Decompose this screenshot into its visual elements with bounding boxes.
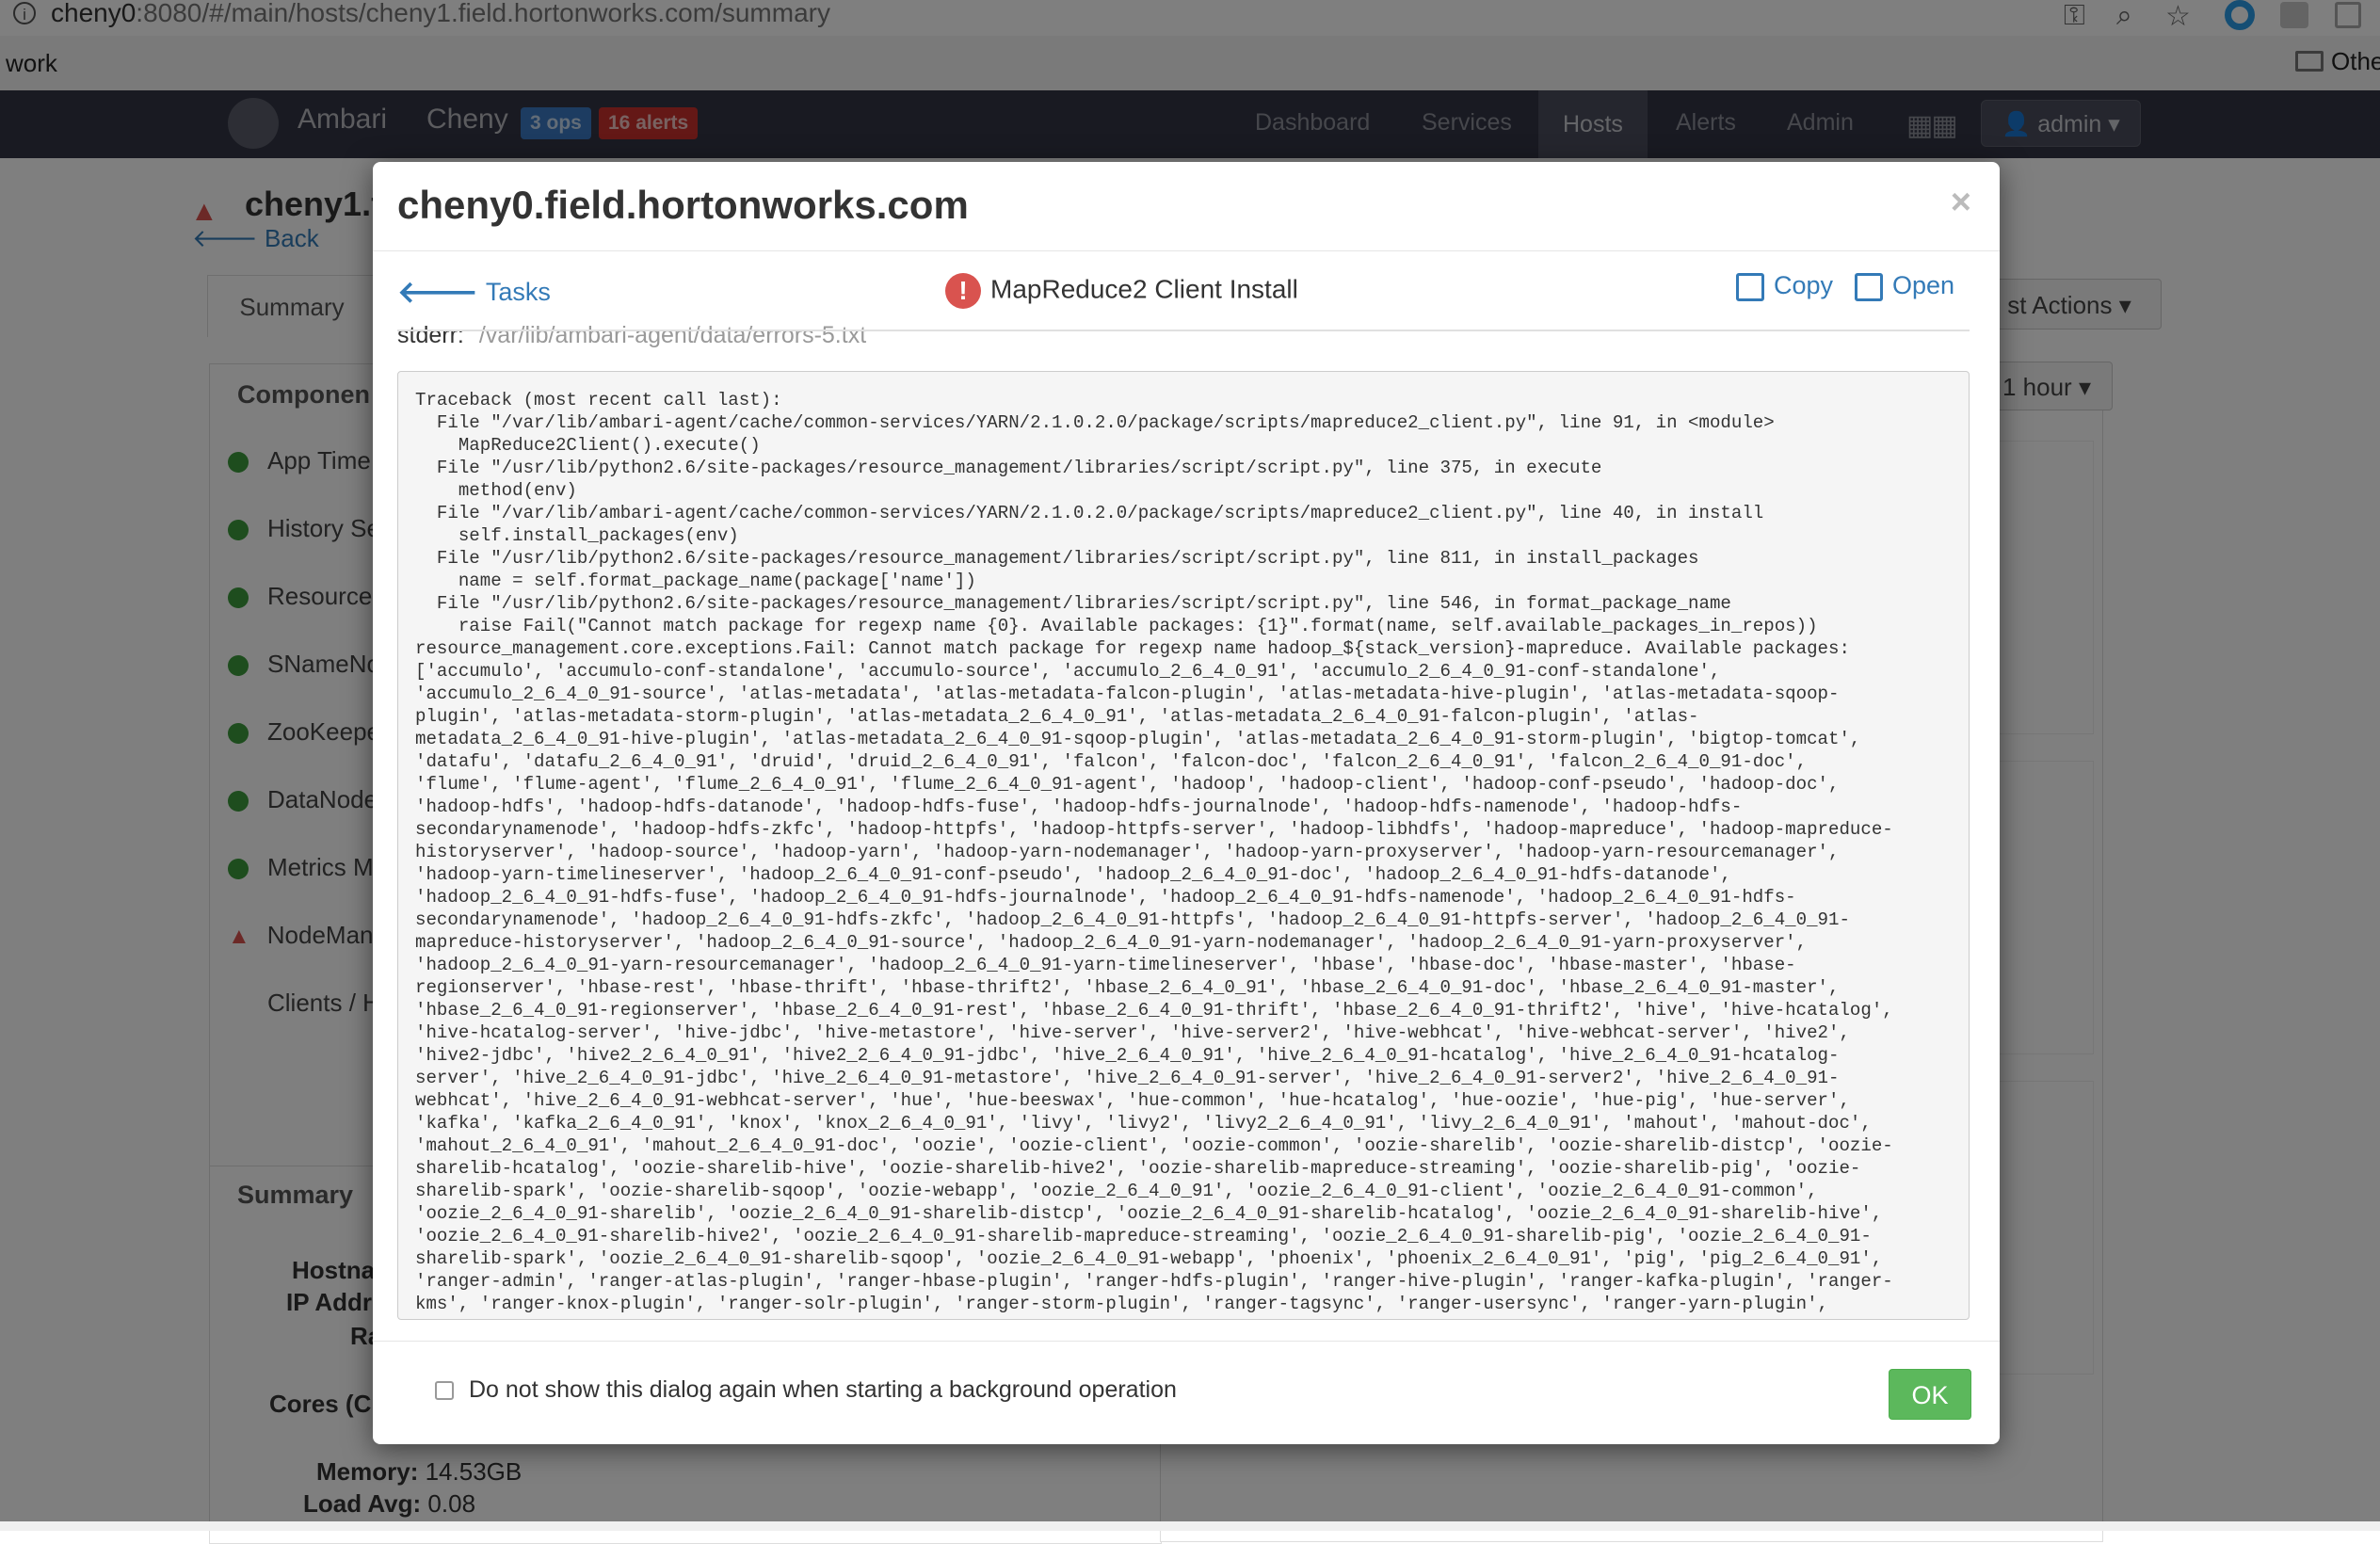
dont-show-again-checkbox[interactable] bbox=[435, 1381, 454, 1400]
copy-icon bbox=[1736, 272, 1764, 301]
copy-button[interactable]: Copy bbox=[1736, 271, 1833, 301]
stderr-log-text: Traceback (most recent call last): File … bbox=[415, 390, 1893, 1314]
stderr-caption: stderr: bbox=[397, 322, 464, 348]
task-title: ! MapReduce2 Client Install bbox=[945, 273, 1298, 309]
window-bottom-edge bbox=[0, 1521, 2380, 1531]
divider bbox=[373, 250, 2000, 251]
error-icon: ! bbox=[945, 273, 981, 309]
stderr-label: stderr: /var/lib/ambari-agent/data/errors… bbox=[397, 322, 866, 349]
back-to-tasks-link[interactable]: 🡐 Tasks bbox=[397, 273, 551, 310]
ok-button[interactable]: OK bbox=[1889, 1369, 1971, 1420]
open-button[interactable]: Open bbox=[1855, 271, 1954, 301]
divider bbox=[397, 330, 1970, 331]
stderr-log-box[interactable]: Traceback (most recent call last): File … bbox=[397, 371, 1970, 1320]
external-link-icon bbox=[1855, 272, 1883, 301]
arrow-left-icon: 🡐 bbox=[397, 275, 478, 309]
open-label: Open bbox=[1892, 271, 1955, 299]
copy-label: Copy bbox=[1774, 271, 1834, 299]
stderr-path: /var/lib/ambari-agent/data/errors-5.txt bbox=[478, 322, 867, 348]
divider bbox=[373, 1341, 2000, 1342]
operation-log-dialog: cheny0.field.hortonworks.com × 🡐 Tasks ! M… bbox=[373, 162, 2000, 1444]
task-title-label: MapReduce2 Client Install bbox=[990, 274, 1298, 304]
tasks-label: Tasks bbox=[485, 278, 551, 306]
dialog-title: cheny0.field.hortonworks.com bbox=[397, 183, 969, 227]
dont-show-again-label[interactable]: Do not show this dialog again when start… bbox=[469, 1376, 1177, 1404]
close-icon[interactable]: × bbox=[1951, 183, 1971, 223]
